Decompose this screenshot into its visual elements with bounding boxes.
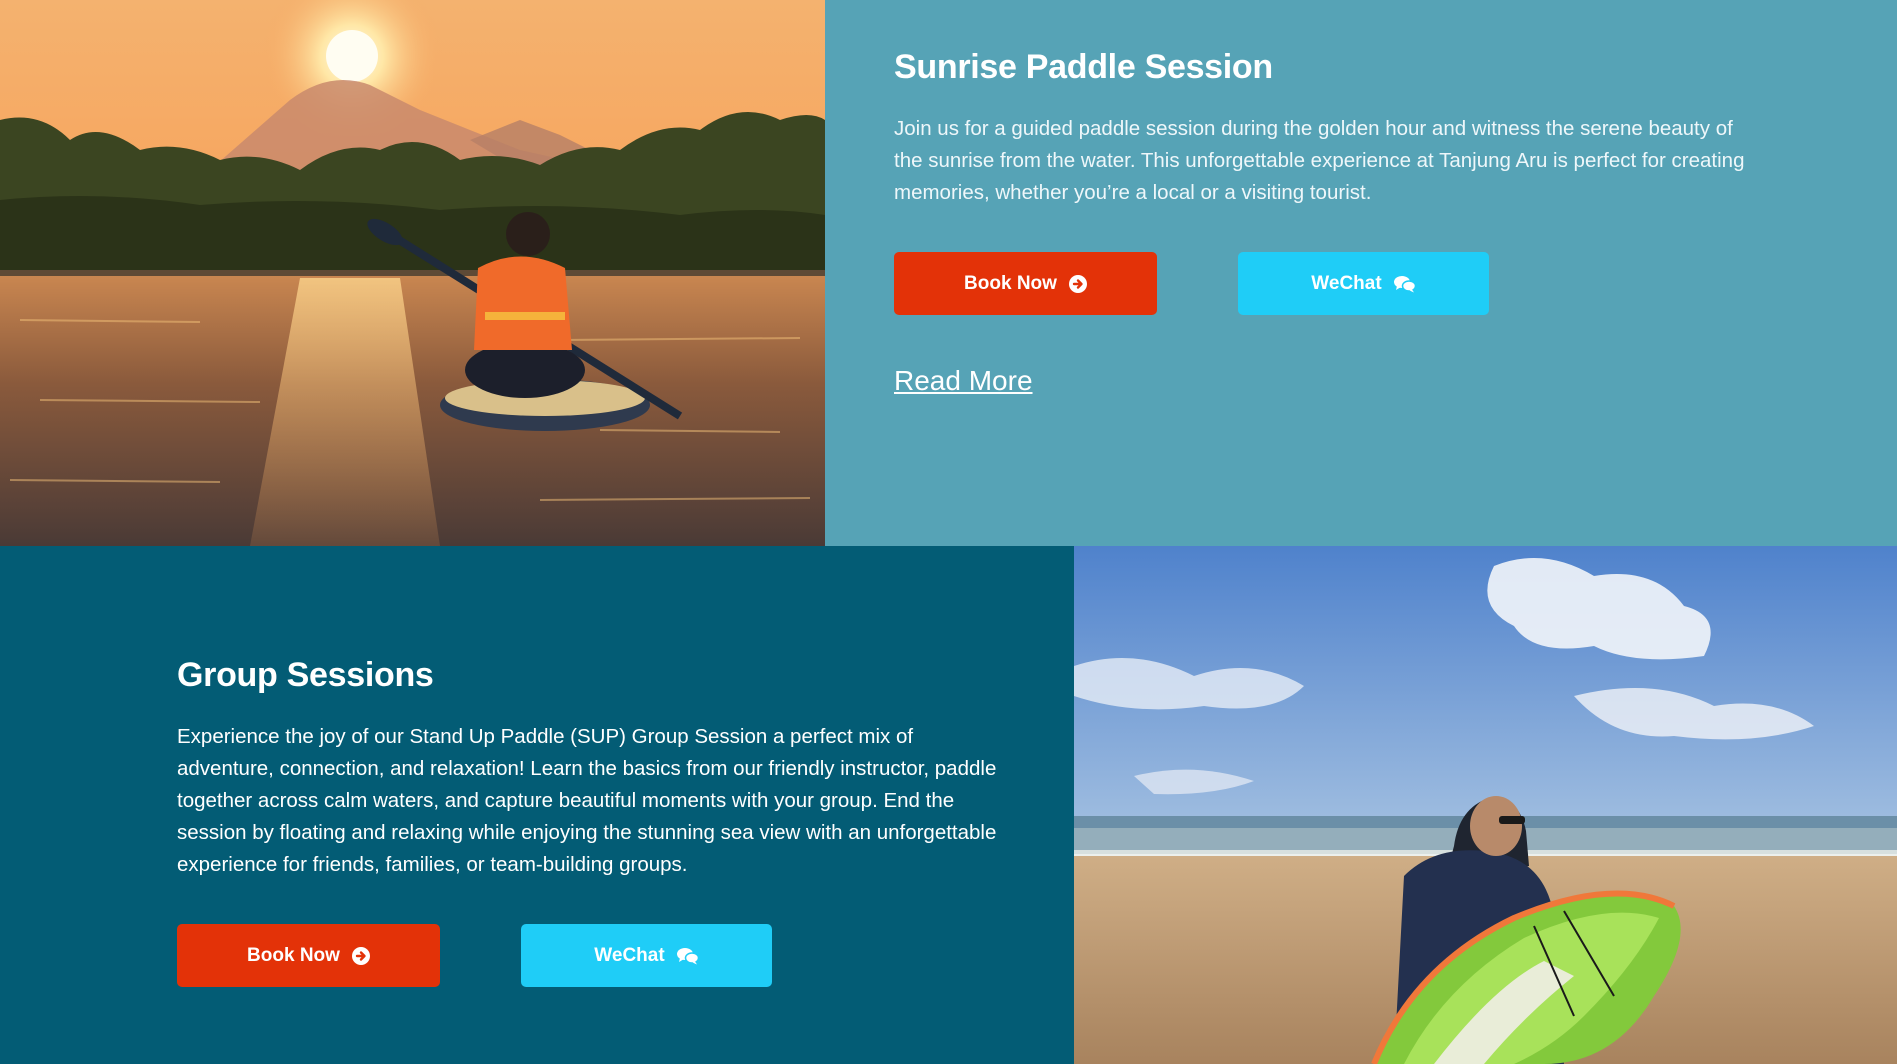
- book-now-label: Book Now: [247, 944, 340, 966]
- sunrise-title: Sunrise Paddle Session: [894, 48, 1273, 86]
- sunrise-photo: [0, 0, 825, 546]
- read-more-link[interactable]: Read More: [894, 365, 1033, 397]
- sunrise-wechat-button[interactable]: WeChat: [1238, 252, 1489, 315]
- sunrise-section: Sunrise Paddle Session Join us for a gui…: [825, 0, 1897, 546]
- group-description: Experience the joy of our Stand Up Paddl…: [177, 725, 997, 876]
- chat-bubbles-icon: [676, 947, 699, 964]
- group-image: [1074, 546, 1897, 1064]
- group-wechat-button[interactable]: WeChat: [521, 924, 772, 987]
- group-book-now-button[interactable]: Book Now: [177, 924, 440, 987]
- sunrise-description: Join us for a guided paddle session duri…: [894, 117, 1745, 204]
- chat-bubbles-icon: [1393, 275, 1416, 292]
- beach-photo: [1074, 546, 1897, 1064]
- group-section: Group Sessions Experience the joy of our…: [0, 546, 1074, 1064]
- wechat-label: WeChat: [1311, 272, 1382, 294]
- sunrise-book-now-button[interactable]: Book Now: [894, 252, 1157, 315]
- arrow-circle-right-icon: [351, 946, 370, 965]
- wechat-label: WeChat: [594, 944, 665, 966]
- sunrise-image: [0, 0, 825, 546]
- book-now-label: Book Now: [964, 272, 1057, 294]
- group-title: Group Sessions: [177, 656, 434, 694]
- arrow-circle-right-icon: [1068, 274, 1087, 293]
